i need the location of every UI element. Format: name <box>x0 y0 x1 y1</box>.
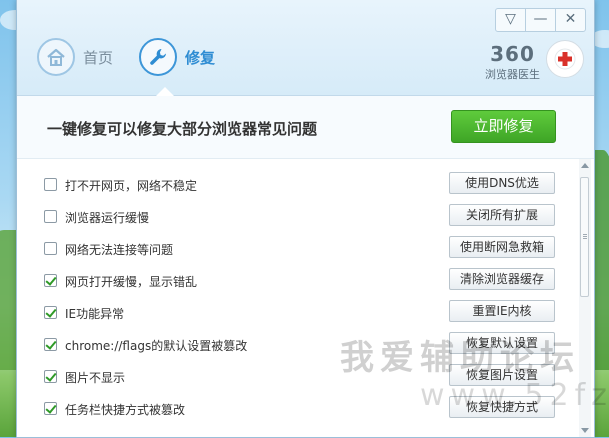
scroll-down-icon[interactable] <box>581 428 589 433</box>
item-checkbox[interactable] <box>44 178 57 191</box>
banner-description: 一键修复可以修复大部分浏览器常见问题 <box>47 120 318 138</box>
brand-number: 360 <box>490 42 535 66</box>
reset-ie-button[interactable]: 重置IE内核 <box>449 300 555 322</box>
item-checkbox[interactable] <box>44 370 57 383</box>
disable-extensions-button[interactable]: 关闭所有扩展 <box>449 204 555 226</box>
wrench-icon <box>139 38 178 76</box>
item-label: 网络无法连接等问题 <box>65 243 174 257</box>
item-checkbox[interactable] <box>44 306 57 319</box>
fix-now-button[interactable]: 立即修复 <box>451 110 556 143</box>
item-checkbox[interactable] <box>44 242 57 255</box>
item-label: 任务栏快捷方式被篡改 <box>65 403 186 417</box>
scroll-thumb[interactable] <box>580 177 589 297</box>
brand: 360 浏览器医生 <box>485 40 584 82</box>
scroll-up-icon[interactable] <box>581 163 589 168</box>
list-item: 打不开网页，网络不稳定 使用DNS优选 <box>17 169 577 201</box>
item-label: 打不开网页，网络不稳定 <box>65 179 198 193</box>
item-checkbox[interactable] <box>44 402 57 415</box>
main-nav: 首页 修复 <box>37 38 241 76</box>
dns-optimize-button[interactable]: 使用DNS优选 <box>449 172 555 194</box>
item-label: chrome://flags的默认设置被篡改 <box>65 339 248 353</box>
tab-home[interactable]: 首页 <box>37 38 113 76</box>
title-bar: ▽ — ✕ 首页 修复 360 浏览器医生 <box>17 0 594 96</box>
grip-icon <box>583 234 587 235</box>
item-label: IE功能异常 <box>65 307 125 321</box>
list-item: IE功能异常 重置IE内核 <box>17 297 577 329</box>
watermark-text: 我爱辅助论坛 <box>340 338 580 378</box>
menu-button[interactable]: ▽ <box>495 8 526 32</box>
tab-repair-label: 修复 <box>185 48 216 67</box>
list-item: 浏览器运行缓慢 关闭所有扩展 <box>17 201 577 233</box>
network-rescue-button[interactable]: 使用断网急救箱 <box>449 236 555 258</box>
red-cross-icon <box>546 40 584 78</box>
watermark-url: www.52fzba.com <box>420 378 609 413</box>
window-controls: ▽ — ✕ <box>495 8 586 32</box>
repair-banner: 一键修复可以修复大部分浏览器常见问题 立即修复 <box>17 96 594 159</box>
item-checkbox[interactable] <box>44 210 57 223</box>
item-label: 浏览器运行缓慢 <box>65 211 150 225</box>
item-checkbox[interactable] <box>44 274 57 287</box>
brand-name: 浏览器医生 <box>485 68 540 81</box>
clear-cache-button[interactable]: 清除浏览器缓存 <box>449 268 555 290</box>
list-item: 网络无法连接等问题 使用断网急救箱 <box>17 233 577 265</box>
item-label: 网页打开缓慢，显示错乱 <box>65 275 198 289</box>
close-button[interactable]: ✕ <box>555 8 586 32</box>
minimize-button[interactable]: — <box>525 8 556 32</box>
list-item: 网页打开缓慢，显示错乱 清除浏览器缓存 <box>17 265 577 297</box>
active-tab-indicator <box>156 87 174 96</box>
item-label: 图片不显示 <box>65 371 126 385</box>
home-icon <box>37 38 75 76</box>
item-checkbox[interactable] <box>44 338 57 351</box>
tab-home-label: 首页 <box>83 48 114 67</box>
tab-repair[interactable]: 修复 <box>139 38 215 76</box>
